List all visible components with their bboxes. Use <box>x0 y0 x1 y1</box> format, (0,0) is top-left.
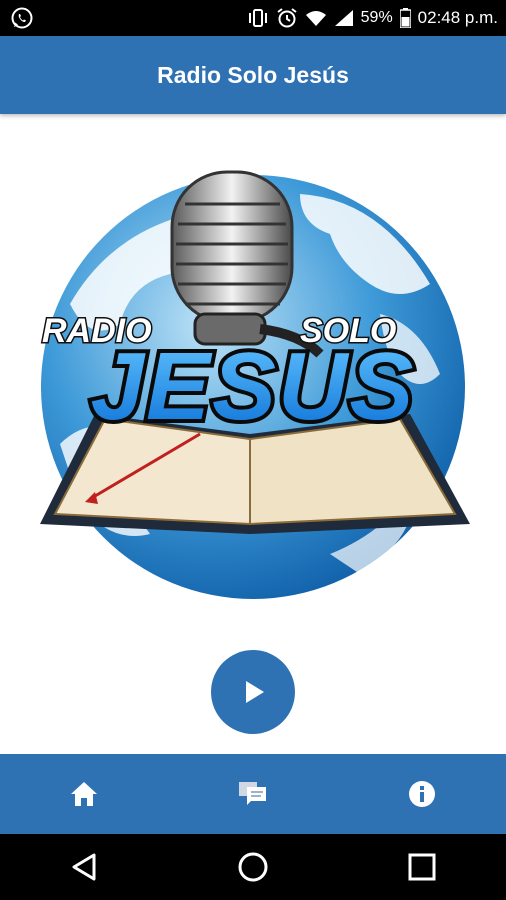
battery-icon <box>399 8 411 28</box>
play-button[interactable] <box>211 650 295 734</box>
clock: 02:48 p.m. <box>417 8 498 27</box>
signal-icon <box>334 9 354 27</box>
system-recents-button[interactable] <box>382 837 462 897</box>
info-icon <box>407 779 437 809</box>
nav-chat[interactable] <box>169 754 338 834</box>
vibrate-icon <box>247 8 269 28</box>
station-logo: RADIO SOLO JESUS <box>0 114 506 614</box>
whatsapp-icon <box>10 6 34 30</box>
home-circle-icon <box>237 851 269 883</box>
nav-home[interactable] <box>0 754 169 834</box>
app-bar: Radio Solo Jesús <box>0 36 506 114</box>
app-title: Radio Solo Jesús <box>157 61 349 88</box>
alarm-icon <box>276 7 298 29</box>
chat-icon <box>237 779 269 809</box>
status-bar: 59% 02:48 p.m. <box>0 0 506 36</box>
wifi-icon <box>305 9 327 27</box>
recents-icon <box>407 852 437 882</box>
svg-text:JESUS: JESUS <box>91 333 416 440</box>
nav-info[interactable] <box>337 754 506 834</box>
battery-percent: 59% <box>360 9 393 26</box>
bottom-navigation <box>0 754 506 834</box>
play-icon <box>238 677 268 707</box>
system-navigation <box>0 834 506 900</box>
home-icon <box>69 780 99 808</box>
back-icon <box>70 852 98 882</box>
system-back-button[interactable] <box>44 837 124 897</box>
system-home-button[interactable] <box>213 837 293 897</box>
